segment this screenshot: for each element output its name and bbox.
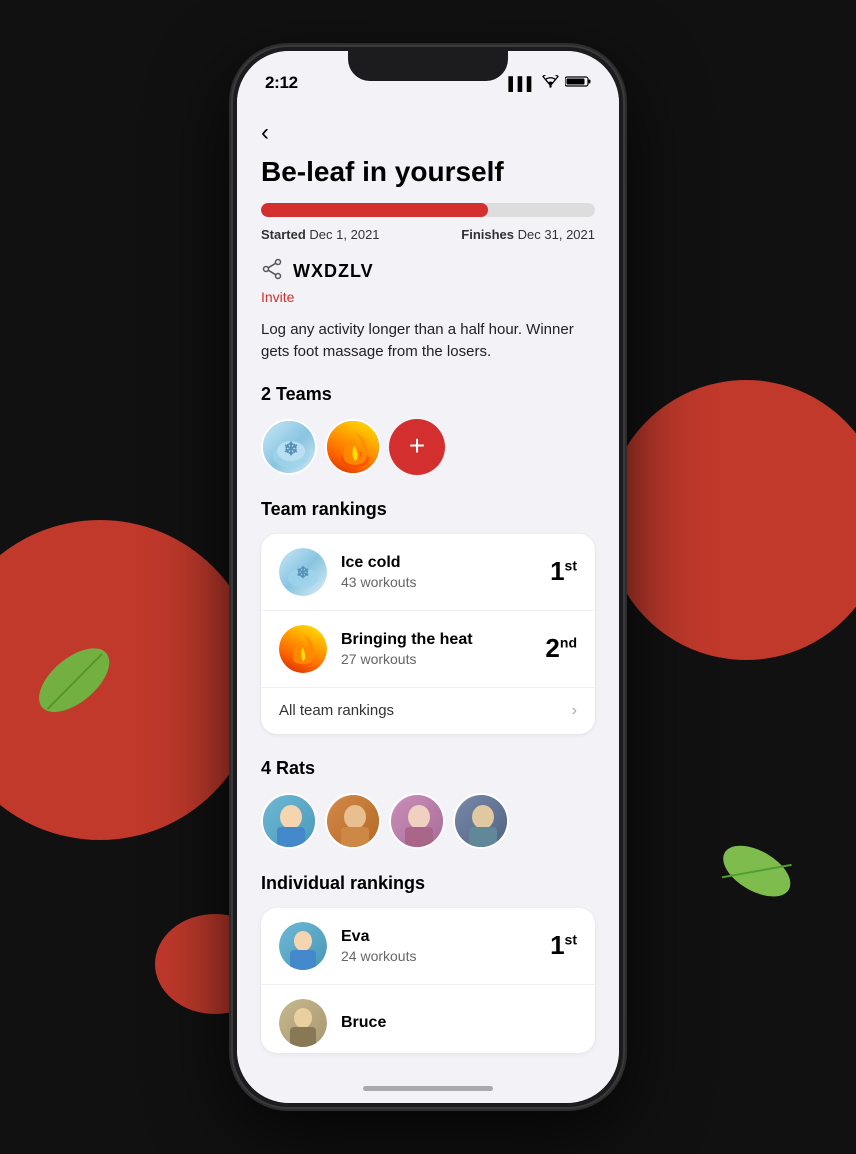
team-avatar-ice[interactable]: ❄ — [261, 419, 317, 475]
team-rank-position-2: 2nd — [545, 633, 577, 664]
phone-frame: 2:12 ▌▌▌ — [233, 47, 623, 1107]
scene: 2:12 ▌▌▌ — [0, 0, 856, 1154]
team-rank-position-1: 1st — [550, 556, 577, 587]
status-time: 2:12 — [265, 73, 298, 93]
team-rankings-section-title: Team rankings — [261, 499, 595, 520]
team-workouts-1: 43 workouts — [341, 574, 550, 590]
wifi-icon — [542, 75, 559, 91]
rats-avatars-row — [261, 793, 595, 849]
all-rankings-label: All team rankings — [279, 702, 394, 719]
individual-avatar-eva — [279, 922, 327, 970]
rat-avatar-4[interactable] — [453, 793, 509, 849]
rat-avatar-2[interactable] — [325, 793, 381, 849]
progress-bar-container — [261, 203, 595, 217]
finish-date: Finishes Dec 31, 2021 — [461, 227, 595, 242]
team-workouts-2: 27 workouts — [341, 651, 545, 667]
individual-rank-info-eva: Eva 24 workouts — [341, 928, 550, 964]
invite-code: WXDZLV — [293, 261, 374, 282]
team-rank-info-1: Ice cold 43 workouts — [341, 554, 550, 590]
team-name-2: Bringing the heat — [341, 631, 545, 649]
leaf-right-decoration — [710, 835, 803, 914]
individual-rank-position-eva: 1st — [550, 930, 577, 961]
individual-rankings-section-title: Individual rankings — [261, 873, 595, 894]
team-rankings-card: ❄ Ice cold 43 workouts 1st — [261, 534, 595, 734]
rat-avatar-1[interactable] — [261, 793, 317, 849]
add-team-button[interactable]: + — [389, 419, 445, 475]
plus-icon: + — [409, 432, 425, 460]
challenge-description: Log any activity longer than a half hour… — [261, 319, 595, 364]
signal-icon: ▌▌▌ — [508, 76, 536, 91]
notch — [348, 51, 508, 81]
svg-text:❄: ❄ — [296, 565, 309, 582]
start-date: Started Dec 1, 2021 — [261, 227, 380, 242]
individual-name-eva: Eva — [341, 928, 550, 946]
individual-name-bruce: Bruce — [341, 1014, 577, 1032]
individual-rank-info-bruce: Bruce — [341, 1014, 577, 1032]
challenge-title: Be-leaf in yourself — [261, 155, 595, 189]
share-icon[interactable] — [261, 258, 283, 285]
dates-row: Started Dec 1, 2021 Finishes Dec 31, 202… — [261, 227, 595, 242]
battery-icon — [565, 75, 591, 91]
team-avatar-fire-rank — [279, 625, 327, 673]
status-icons: ▌▌▌ — [508, 75, 591, 91]
phone-screen: 2:12 ▌▌▌ — [237, 51, 619, 1103]
rat-avatar-3[interactable] — [389, 793, 445, 849]
svg-text:❄: ❄ — [283, 439, 298, 459]
teams-section-title: 2 Teams — [261, 384, 595, 405]
individual-avatar-bruce — [279, 999, 327, 1047]
progress-bar-fill — [261, 203, 488, 217]
rats-section-title: 4 Rats — [261, 758, 595, 779]
individual-ranking-row-2[interactable]: Bruce — [261, 985, 595, 1053]
chevron-right-icon: › — [572, 702, 577, 720]
home-indicator[interactable] — [363, 1086, 493, 1091]
individual-workouts-eva: 24 workouts — [341, 948, 550, 964]
team-avatars-row: ❄ — [261, 419, 595, 475]
invite-link[interactable]: Invite — [261, 289, 595, 305]
team-avatar-fire[interactable] — [325, 419, 381, 475]
all-rankings-row[interactable]: All team rankings › — [261, 688, 595, 734]
individual-rankings-card: Eva 24 workouts 1st — [261, 908, 595, 1053]
bg-decoration-right — [606, 380, 856, 660]
invite-row: WXDZLV — [261, 258, 595, 285]
phone-content[interactable]: ‹ Be-leaf in yourself Started Dec 1, 202… — [237, 101, 619, 1103]
team-ranking-row-2[interactable]: Bringing the heat 27 workouts 2nd — [261, 611, 595, 688]
back-button[interactable]: ‹ — [237, 111, 293, 155]
team-rank-info-2: Bringing the heat 27 workouts — [341, 631, 545, 667]
team-ranking-row-1[interactable]: ❄ Ice cold 43 workouts 1st — [261, 534, 595, 611]
individual-ranking-row-1[interactable]: Eva 24 workouts 1st — [261, 908, 595, 985]
team-avatar-ice-rank: ❄ — [279, 548, 327, 596]
team-name-1: Ice cold — [341, 554, 550, 572]
